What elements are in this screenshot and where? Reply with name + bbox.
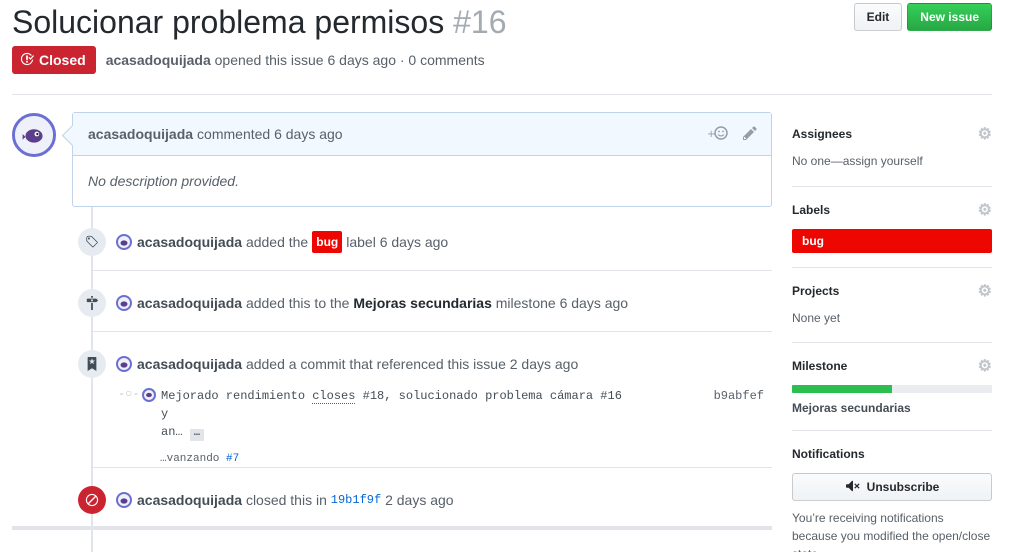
commit-message[interactable]: Mejorado rendimiento closes #18, solucio… xyxy=(161,387,631,441)
comment-box: acasadoquijada commented 6 days ago + No… xyxy=(72,112,772,207)
comment-author-link[interactable]: acasadoquijada xyxy=(88,126,193,142)
expand-commit-button[interactable]: … xyxy=(189,429,204,441)
issue-meta: Closed acasadoquijada opened this issue … xyxy=(12,46,485,74)
edit-button[interactable]: Edit xyxy=(853,3,903,31)
svg-text:+: + xyxy=(707,129,715,140)
state-label: Closed xyxy=(39,52,86,68)
issue-title: Solucionar problema permisos #16 xyxy=(12,2,506,42)
pencil-icon[interactable] xyxy=(743,125,757,144)
event-text: label 6 days ago xyxy=(346,234,449,250)
bug-label[interactable]: bug xyxy=(792,229,992,253)
sidebar-labels: Labels ⚙ bug xyxy=(792,201,992,253)
timeline-divider xyxy=(92,270,772,271)
sidebar-divider xyxy=(792,186,992,187)
event-author-link[interactable]: acasadoquijada xyxy=(137,295,242,311)
commit-description: …vanzando #7 xyxy=(160,453,240,465)
comment-timestamp[interactable]: commented 6 days ago xyxy=(197,126,343,142)
comment-body: No description provided. xyxy=(88,173,239,189)
milestone-title: Milestone xyxy=(792,359,848,373)
avatar[interactable] xyxy=(116,234,132,250)
mute-icon xyxy=(845,479,861,496)
event-author-link[interactable]: acasadoquijada xyxy=(137,234,242,250)
notifications-title: Notifications xyxy=(792,447,865,461)
timeline-divider xyxy=(92,467,772,468)
avatar[interactable] xyxy=(12,113,56,157)
smiley-icon[interactable]: + xyxy=(707,125,729,144)
projects-value: None yet xyxy=(792,311,841,325)
tag-icon xyxy=(78,228,106,256)
notifications-note: You’re receiving notifications because y… xyxy=(792,511,991,552)
timeline-item-milestone: acasadoquijada added this to the Mejoras… xyxy=(78,289,628,317)
gear-icon[interactable]: ⚙ xyxy=(978,281,992,301)
header-actions: Edit New issue xyxy=(853,3,992,31)
avatar[interactable] xyxy=(116,492,132,508)
sidebar-projects: Projects ⚙ None yet xyxy=(792,282,992,325)
avatar[interactable] xyxy=(116,295,132,311)
issue-title-text: Solucionar problema permisos xyxy=(12,4,445,40)
issue-author-link[interactable]: acasadoquijada xyxy=(106,52,211,68)
timeline-divider xyxy=(92,331,772,332)
bookmark-icon xyxy=(78,350,106,378)
event-text: milestone 6 days ago xyxy=(495,295,629,311)
event-text: added this to the xyxy=(245,295,350,311)
circle-slash-icon xyxy=(78,486,106,514)
gear-icon[interactable]: ⚙ xyxy=(978,200,992,220)
comment-header: acasadoquijada commented 6 days ago + xyxy=(73,113,771,156)
header-divider xyxy=(12,94,992,95)
state-badge: Closed xyxy=(12,46,96,74)
gear-icon[interactable]: ⚙ xyxy=(978,356,992,376)
comment-actions: + xyxy=(707,125,757,144)
gear-icon[interactable]: ⚙ xyxy=(978,124,992,144)
avatar[interactable] xyxy=(116,356,132,372)
commit-sha-link[interactable]: b9abfef xyxy=(714,389,764,403)
sidebar-milestone: Milestone ⚙ Mejoras secundarias xyxy=(792,357,992,415)
event-text: 2 days ago xyxy=(385,492,454,508)
milestone-progress-bar xyxy=(792,385,992,393)
sidebar-divider xyxy=(792,267,992,268)
issue-closed-icon xyxy=(20,52,34,69)
timeline-item-closed: acasadoquijada closed this in 19b1f9f 2 … xyxy=(78,486,454,514)
timeline-end-bar xyxy=(12,526,772,530)
sidebar-notifications: Notifications Unsubscribe You’re receivi… xyxy=(792,445,992,552)
closes-link[interactable]: closes xyxy=(312,389,356,404)
closing-commit-link[interactable]: 19b1f9f xyxy=(331,493,381,507)
unsubscribe-button[interactable]: Unsubscribe xyxy=(792,473,992,501)
projects-title: Projects xyxy=(792,284,840,298)
sidebar-divider xyxy=(792,342,992,343)
issue-7-link[interactable]: #7 xyxy=(226,453,239,465)
milestone-link[interactable]: Mejoras secundarias xyxy=(353,295,492,311)
assignees-value[interactable]: No one—assign yourself xyxy=(792,154,992,168)
sidebar-divider xyxy=(792,430,992,431)
sidebar-assignees: Assignees ⚙ No one—assign yourself xyxy=(792,125,992,168)
assignees-title: Assignees xyxy=(792,127,853,141)
labels-title: Labels xyxy=(792,203,831,217)
bug-label[interactable]: bug xyxy=(312,231,343,253)
issue-number: #16 xyxy=(453,4,507,40)
timeline-item-commit: acasadoquijada added a commit that refer… xyxy=(78,350,578,378)
event-author-link[interactable]: acasadoquijada xyxy=(137,492,242,508)
avatar[interactable] xyxy=(142,388,156,402)
milestone-progress-fill xyxy=(792,385,892,393)
opened-text: opened this issue 6 days ago · 0 comment… xyxy=(214,52,485,68)
event-text: added the xyxy=(245,234,309,250)
unsubscribe-label: Unsubscribe xyxy=(866,480,940,494)
milestone-icon xyxy=(78,289,106,317)
event-author-link[interactable]: acasadoquijada xyxy=(137,356,242,372)
new-issue-button[interactable]: New issue xyxy=(907,3,992,31)
timeline-item-label: acasadoquijada added the bug label 6 day… xyxy=(78,228,448,256)
event-text: added a commit that referenced this issu… xyxy=(245,356,579,372)
commit-entry: -○- Mejorado rendimiento closes #18, sol… xyxy=(118,387,772,465)
commit-dot-icon: -○- xyxy=(118,387,140,401)
event-text: closed this in xyxy=(245,492,327,508)
milestone-link[interactable]: Mejoras secundarias xyxy=(792,401,992,415)
